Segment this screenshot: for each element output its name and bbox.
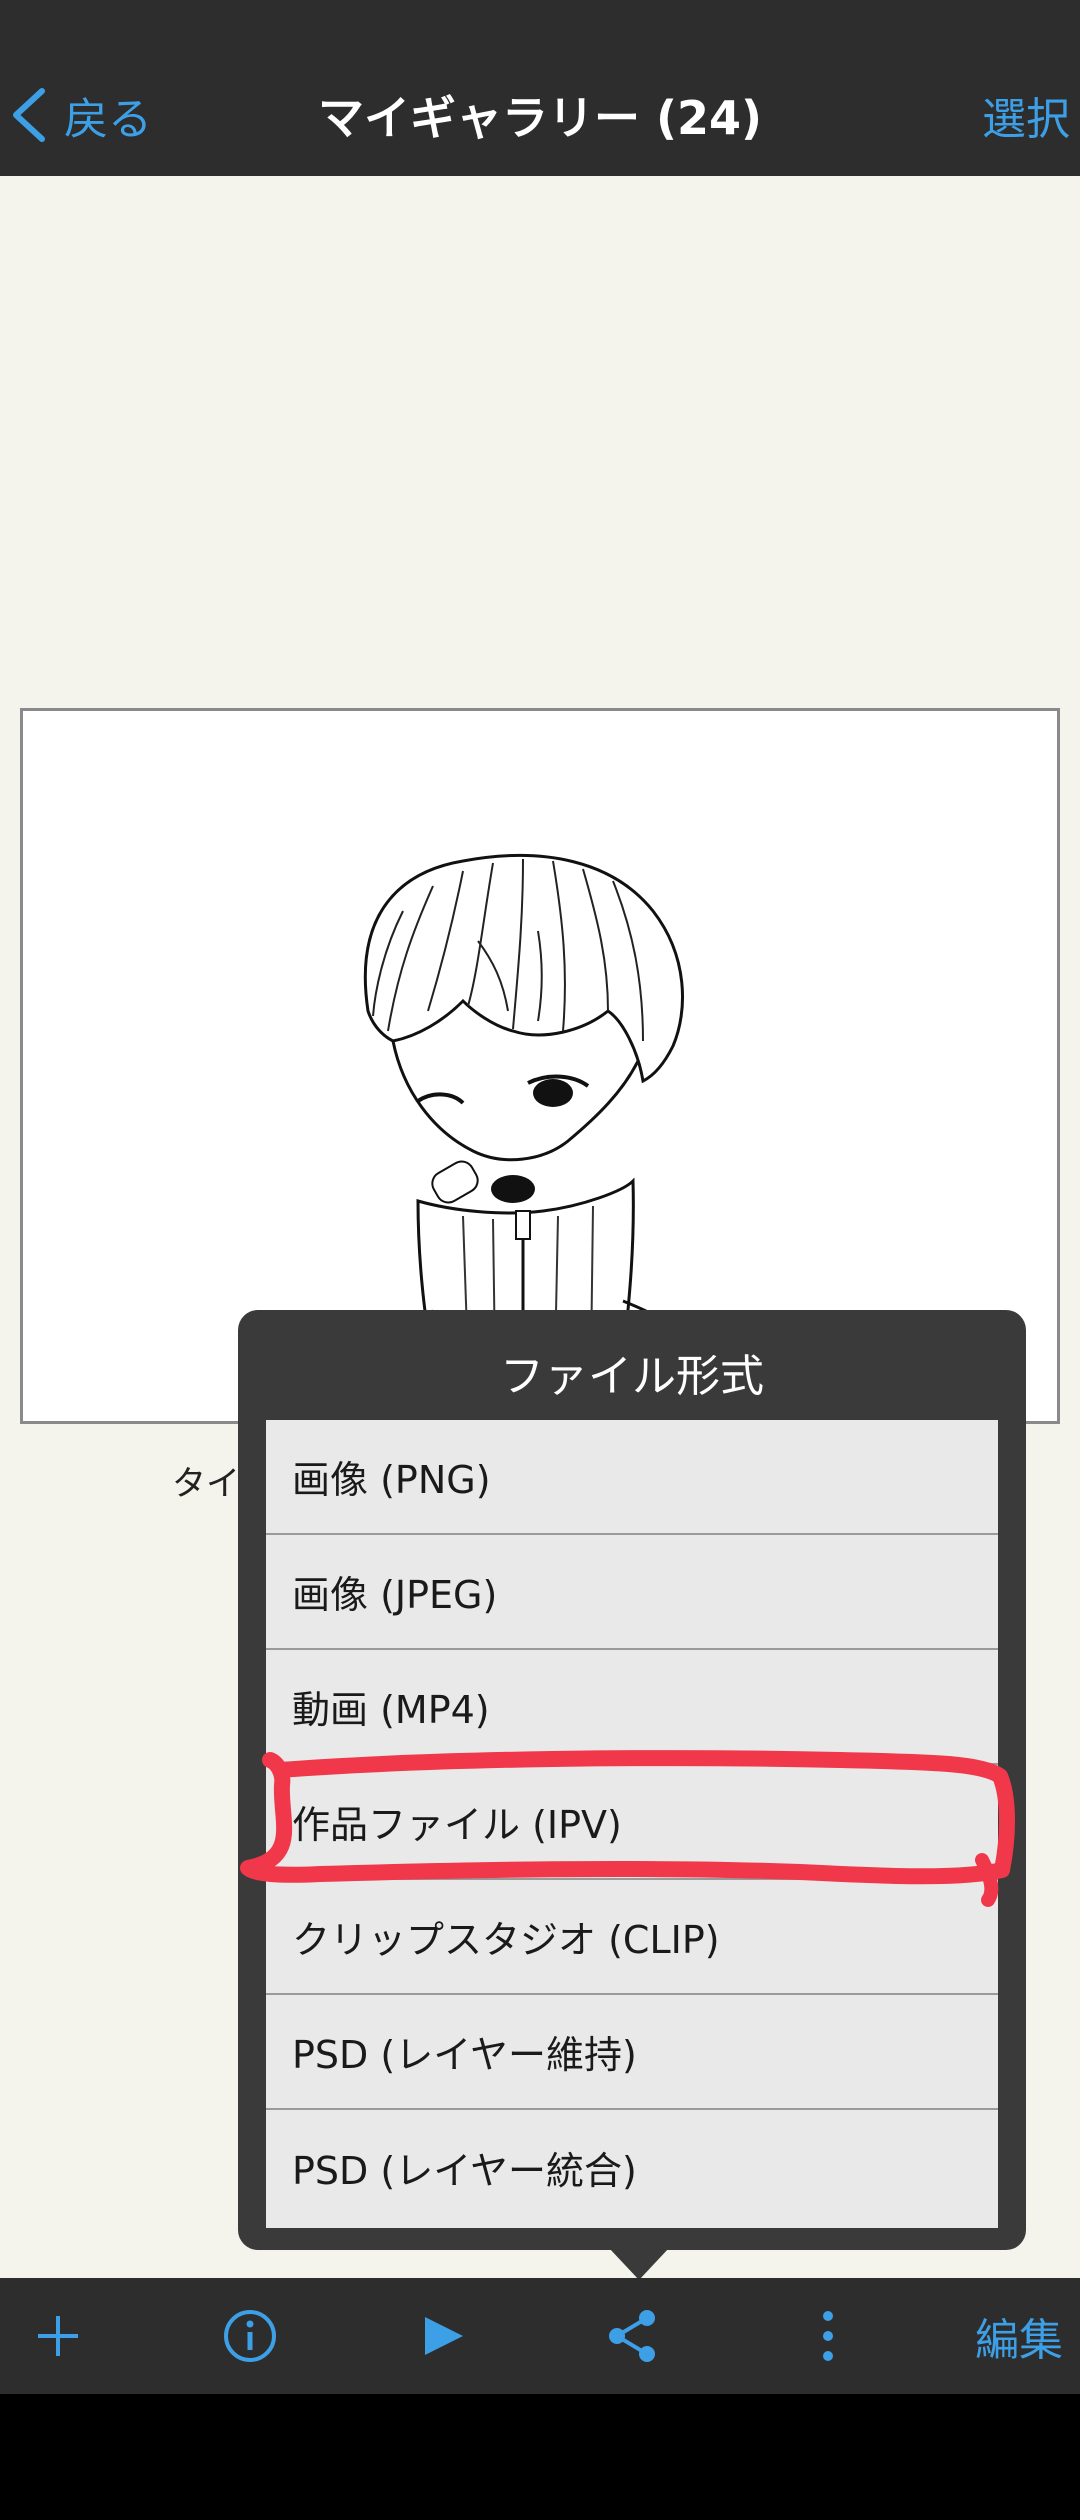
popover-title: ファイル形式 <box>500 1351 764 1402</box>
more-button[interactable] <box>790 2278 866 2394</box>
plus-icon <box>38 2316 78 2356</box>
select-button[interactable]: 選択 <box>982 82 1070 148</box>
menu-item-jpeg[interactable]: 画像 (JPEG) <box>266 1535 998 1650</box>
menu-item-png[interactable]: 画像 (PNG) <box>266 1420 998 1535</box>
edit-button[interactable]: 編集 <box>964 2278 1074 2394</box>
play-button[interactable] <box>406 2278 482 2394</box>
more-vertical-icon <box>823 2311 833 2361</box>
add-button[interactable] <box>20 2278 96 2394</box>
share-button[interactable] <box>594 2278 670 2394</box>
menu-item-psd-merged[interactable]: PSD (レイヤー統合) <box>266 2110 998 2225</box>
play-icon <box>425 2317 463 2355</box>
info-button[interactable] <box>212 2278 288 2394</box>
navigation-bar: 戻る マイギャラリー (24) 選択 <box>0 0 1080 176</box>
share-icon <box>609 2310 655 2362</box>
popover-arrow <box>609 2248 669 2280</box>
system-nav-area <box>0 2394 1080 2520</box>
bottom-toolbar: 編集 <box>0 2278 1080 2394</box>
info-icon <box>224 2310 276 2362</box>
page-title: マイギャラリー (24) <box>317 91 763 145</box>
menu-item-psd-layers[interactable]: PSD (レイヤー維持) <box>266 1995 998 2110</box>
highlight-annotation <box>240 1750 1015 1907</box>
